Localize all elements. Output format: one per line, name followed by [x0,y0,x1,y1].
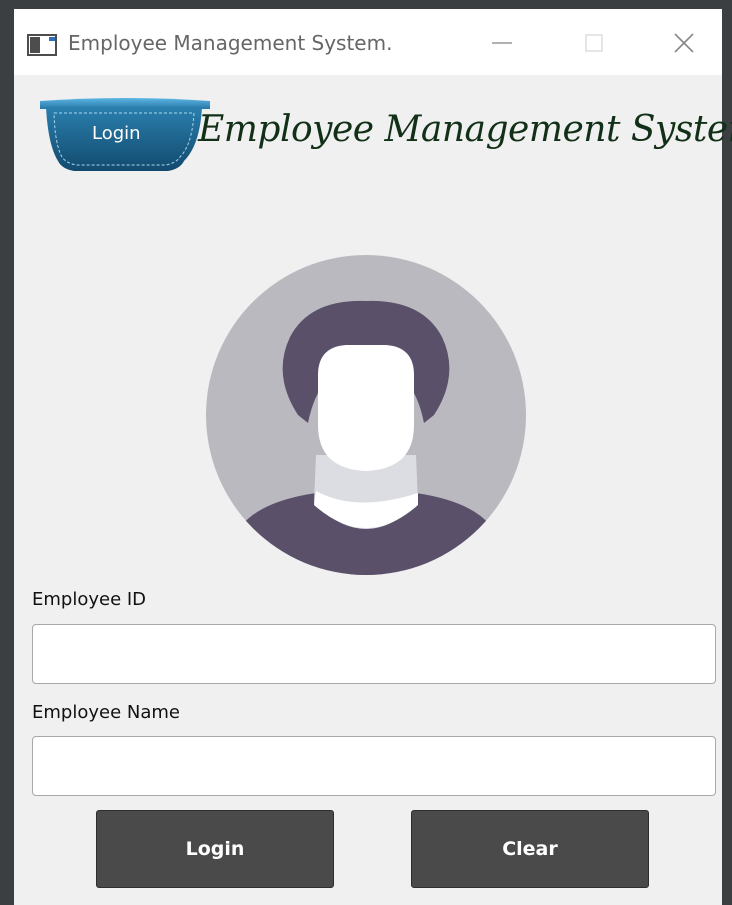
employee-name-label: Employee Name [32,702,180,723]
employee-name-input[interactable] [32,736,716,796]
minimize-icon [492,42,512,44]
ribbon-login-label: Login [92,123,141,144]
window-title: Employee Management System. [68,31,393,55]
login-button[interactable]: Login [96,810,334,888]
title-bar[interactable]: Employee Management System. [14,9,722,75]
close-button[interactable] [662,21,706,65]
close-icon [674,33,694,53]
maximize-icon [585,34,603,52]
user-avatar-icon [206,255,526,575]
employee-id-label: Employee ID [32,589,147,610]
app-heading: Employee Management System [198,109,732,150]
app-window-icon [27,34,57,56]
login-window: Employee Management System. Login Employ… [14,9,732,905]
minimize-button[interactable] [480,21,524,65]
employee-id-input[interactable] [32,624,716,684]
maximize-button[interactable] [572,21,616,65]
clear-button[interactable]: Clear [411,810,649,888]
